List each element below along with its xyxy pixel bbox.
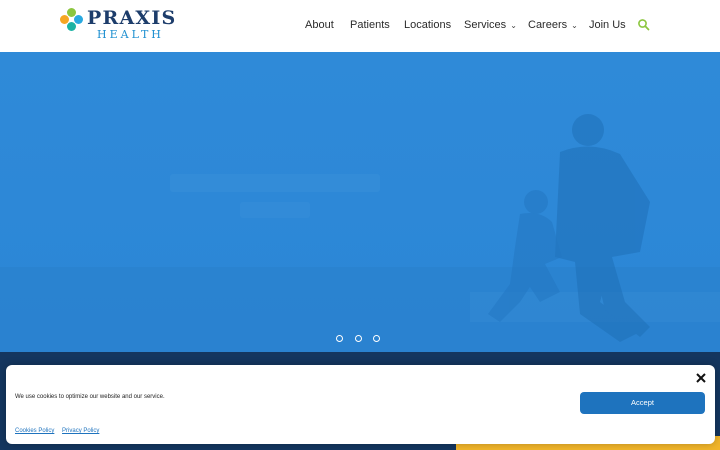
nav-about[interactable]: About	[305, 18, 334, 33]
nav-label: Join Us	[589, 19, 626, 31]
hero-background-image	[0, 114, 720, 352]
cookie-policy-links: Cookies Policy Privacy Policy	[15, 427, 105, 436]
nav-services[interactable]: Services ⌄	[464, 18, 517, 33]
nav-label: Locations	[404, 19, 452, 31]
nav-locations[interactable]: Locations	[404, 18, 451, 33]
carousel-dot[interactable]	[336, 335, 343, 342]
nav-label: Services	[464, 19, 507, 31]
carousel-dot[interactable]	[354, 335, 362, 342]
cookie-consent-banner: We use cookies to optimize our website a…	[6, 365, 715, 444]
nav-label: Careers	[528, 19, 568, 31]
cookies-policy-link[interactable]: Cookies Policy	[15, 428, 54, 434]
nav-label: About	[305, 19, 334, 31]
carousel-pagination	[336, 335, 380, 345]
carousel-dot[interactable]	[373, 335, 380, 342]
nav-label: Patients	[350, 19, 390, 31]
nav-join-us[interactable]: Join Us	[589, 18, 626, 33]
accept-cookies-button[interactable]: Accept	[580, 392, 705, 414]
search-icon[interactable]	[637, 18, 651, 32]
cookie-message: We use cookies to optimize our website a…	[15, 394, 165, 400]
nav-careers[interactable]: Careers ⌄	[528, 18, 578, 33]
nav-patients[interactable]: Patients	[350, 18, 390, 33]
praxis-health-logo[interactable]: PRAXIS HEALTH	[60, 8, 175, 44]
hero-carousel	[0, 52, 720, 352]
logo-mark-icon	[60, 8, 84, 32]
chevron-down-icon: ⌄	[510, 21, 517, 30]
chevron-down-icon: ⌄	[571, 21, 578, 30]
close-icon[interactable]	[694, 371, 708, 385]
logo-wordmark: PRAXIS	[87, 7, 177, 29]
logo-subtitle: HEALTH	[97, 28, 164, 41]
privacy-policy-link[interactable]: Privacy Policy	[62, 428, 99, 434]
site-header: PRAXIS HEALTH About Patients Locations S…	[0, 0, 720, 52]
